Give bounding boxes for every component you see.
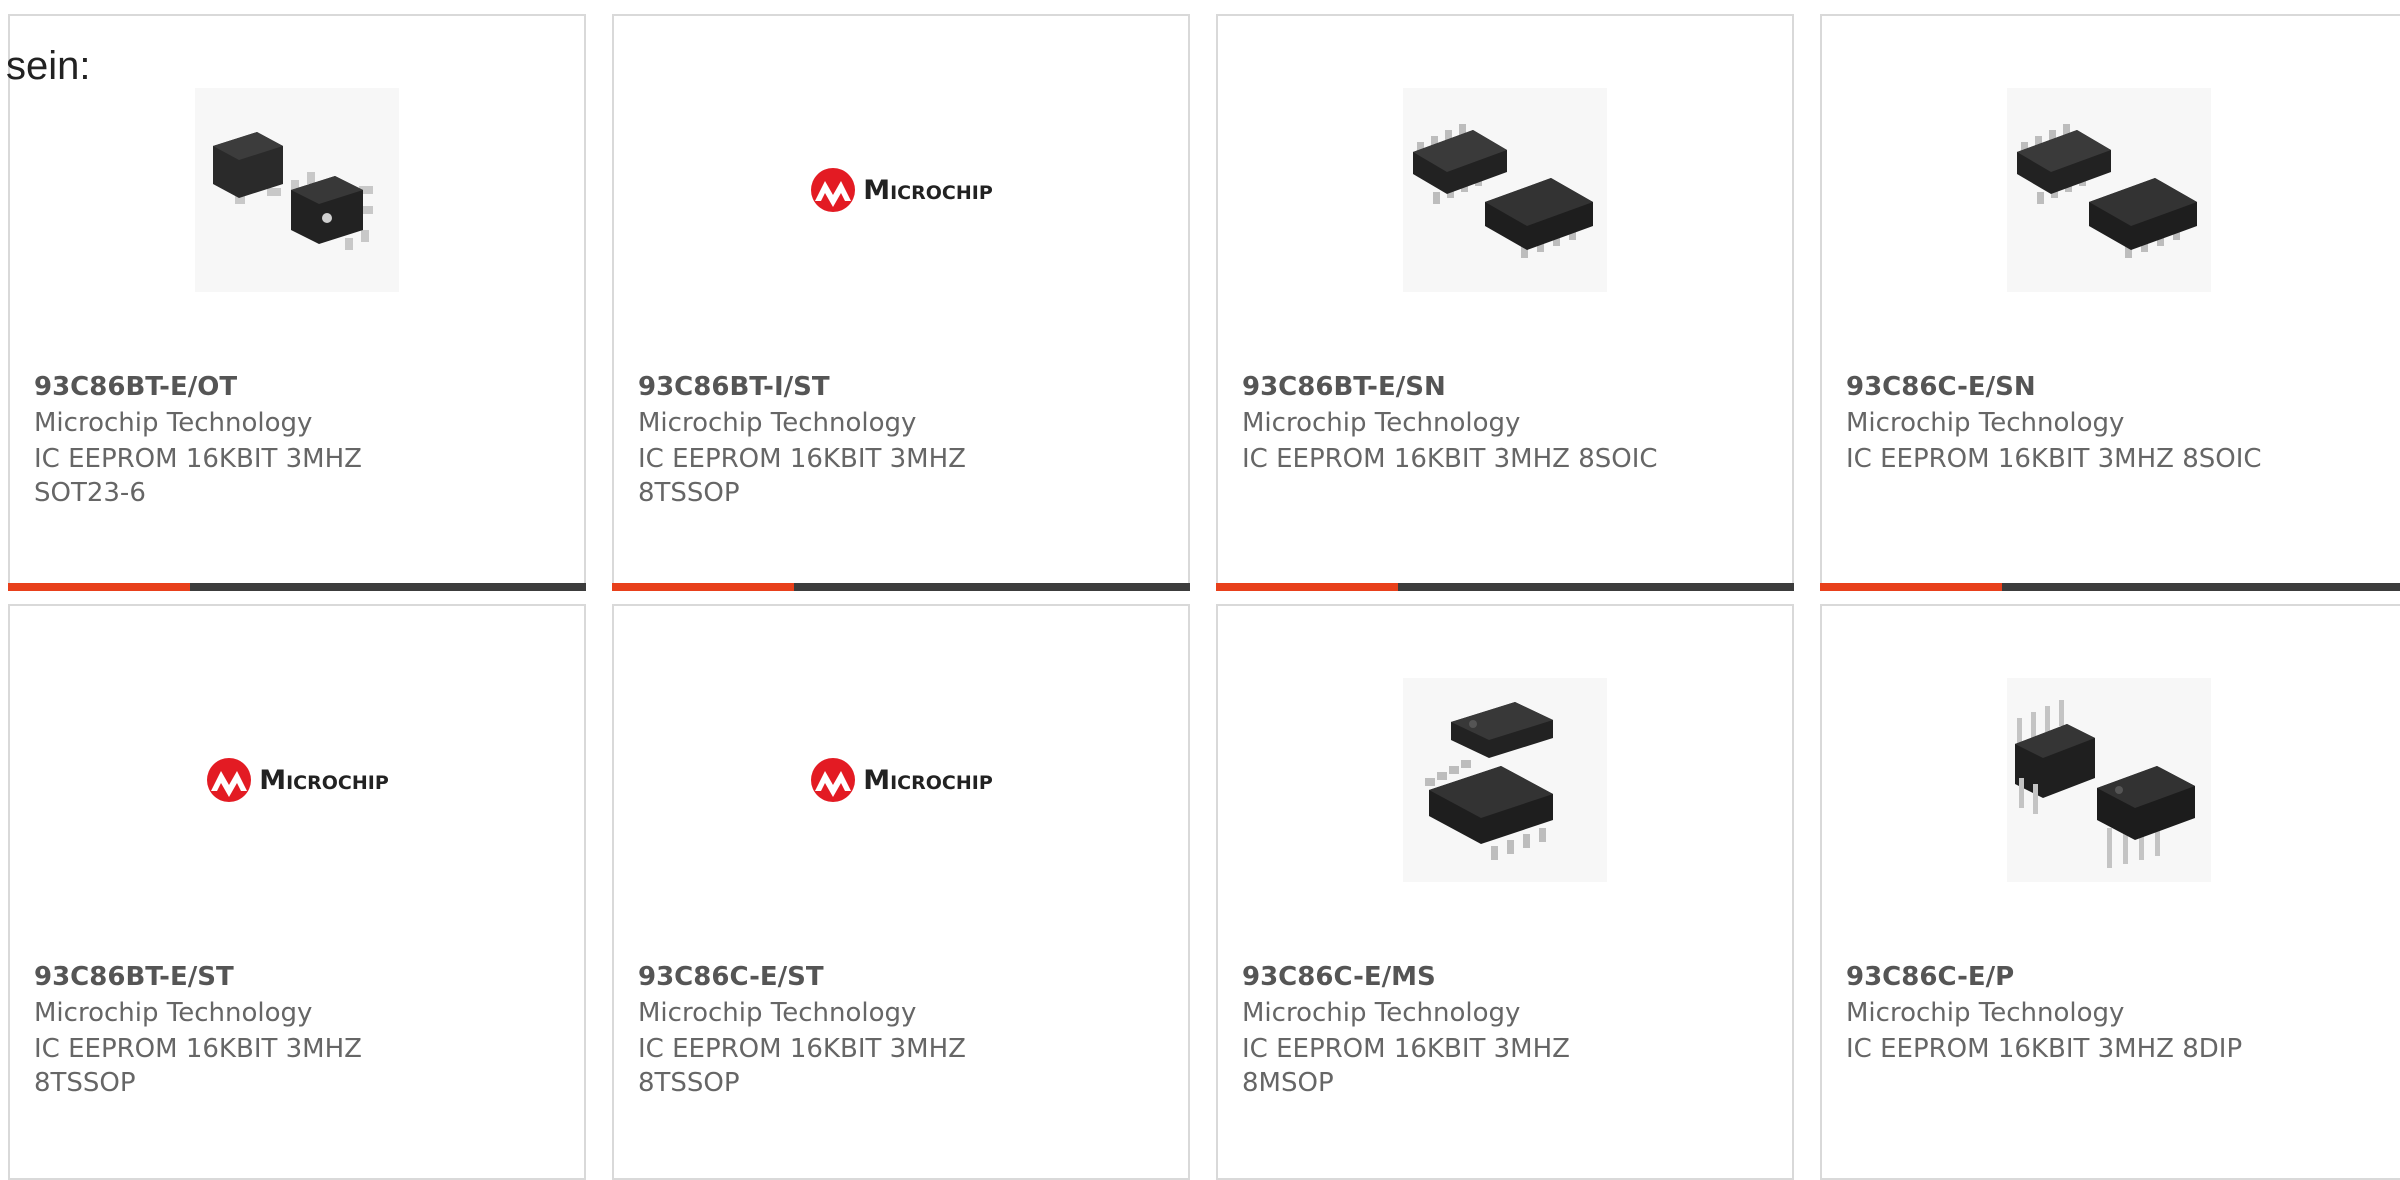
product-description: IC EEPROM 16KBIT 3MHZ 8SOIC <box>1846 444 2262 474</box>
product-card[interactable]: 93C86C-E/SN Microchip Technology IC EEPR… <box>1820 14 2400 591</box>
part-number[interactable]: 93C86BT-E/OT <box>34 372 237 402</box>
product-description: IC EEPROM 16KBIT 3MHZ 8TSSOP <box>638 444 966 508</box>
soic8-package-icon <box>2007 88 2211 292</box>
card-footer-bar <box>1820 583 2400 591</box>
part-number[interactable]: 93C86C-E/ST <box>638 962 824 992</box>
microchip-logo-text: Microchip <box>863 764 993 796</box>
card-accent-bar <box>612 583 794 591</box>
part-number[interactable]: 93C86BT-E/ST <box>34 962 234 992</box>
soic8-package-icon <box>1403 88 1607 292</box>
product-description: IC EEPROM 16KBIT 3MHZ SOT23-6 <box>34 444 362 508</box>
part-number[interactable]: 93C86C-E/MS <box>1242 962 1436 992</box>
product-description: IC EEPROM 16KBIT 3MHZ 8TSSOP <box>638 1034 966 1098</box>
card-accent-bar <box>1216 583 1398 591</box>
part-number[interactable]: 93C86BT-E/SN <box>1242 372 1446 402</box>
microchip-logo: Microchip <box>799 678 1003 882</box>
manufacturer-name: Microchip Technology <box>1242 408 1521 438</box>
sot23-6-package-icon <box>195 88 399 292</box>
card-footer-bar <box>612 583 1190 591</box>
product-description: IC EEPROM 16KBIT 3MHZ 8MSOP <box>1242 1034 1570 1098</box>
product-card[interactable]: 93C86BT-E/OT Microchip Technology IC EEP… <box>8 14 586 591</box>
microchip-logo-text: Microchip <box>863 174 993 206</box>
manufacturer-name: Microchip Technology <box>1846 998 2125 1028</box>
manufacturer-name: Microchip Technology <box>638 998 917 1028</box>
card-footer-bar <box>1216 583 1794 591</box>
card-accent-bar <box>1820 583 2002 591</box>
product-card[interactable]: 93C86C-E/MS Microchip Technology IC EEPR… <box>1216 604 1794 1180</box>
part-number[interactable]: 93C86C-E/P <box>1846 962 2014 992</box>
microchip-logo-text: Microchip <box>259 764 389 796</box>
product-description: IC EEPROM 16KBIT 3MHZ 8TSSOP <box>34 1034 362 1098</box>
manufacturer-name: Microchip Technology <box>638 408 917 438</box>
microchip-logo: Microchip <box>195 678 399 882</box>
microchip-logo-mark-icon <box>207 758 252 802</box>
part-number[interactable]: 93C86C-E/SN <box>1846 372 2036 402</box>
manufacturer-name: Microchip Technology <box>1242 998 1521 1028</box>
microchip-logo-mark-icon <box>811 168 856 212</box>
product-description: IC EEPROM 16KBIT 3MHZ 8DIP <box>1846 1034 2243 1064</box>
intro-text: sein: <box>6 44 91 88</box>
msop8-package-icon <box>1403 678 1607 882</box>
manufacturer-name: Microchip Technology <box>1846 408 2125 438</box>
product-description: IC EEPROM 16KBIT 3MHZ 8SOIC <box>1242 444 1658 474</box>
card-footer-bar <box>8 583 586 591</box>
product-card[interactable]: Microchip 93C86BT-E/ST Microchip Technol… <box>8 604 586 1180</box>
product-card[interactable]: 93C86BT-E/SN Microchip Technology IC EEP… <box>1216 14 1794 591</box>
microchip-logo: Microchip <box>799 88 1003 292</box>
manufacturer-name: Microchip Technology <box>34 408 313 438</box>
part-number[interactable]: 93C86BT-I/ST <box>638 372 830 402</box>
product-card[interactable]: Microchip 93C86BT-I/ST Microchip Technol… <box>612 14 1190 591</box>
dip8-package-icon <box>2007 678 2211 882</box>
manufacturer-name: Microchip Technology <box>34 998 313 1028</box>
product-card[interactable]: Microchip 93C86C-E/ST Microchip Technolo… <box>612 604 1190 1180</box>
card-accent-bar <box>8 583 190 591</box>
microchip-logo-mark-icon <box>811 758 856 802</box>
product-card[interactable]: 93C86C-E/P Microchip Technology IC EEPRO… <box>1820 604 2400 1180</box>
